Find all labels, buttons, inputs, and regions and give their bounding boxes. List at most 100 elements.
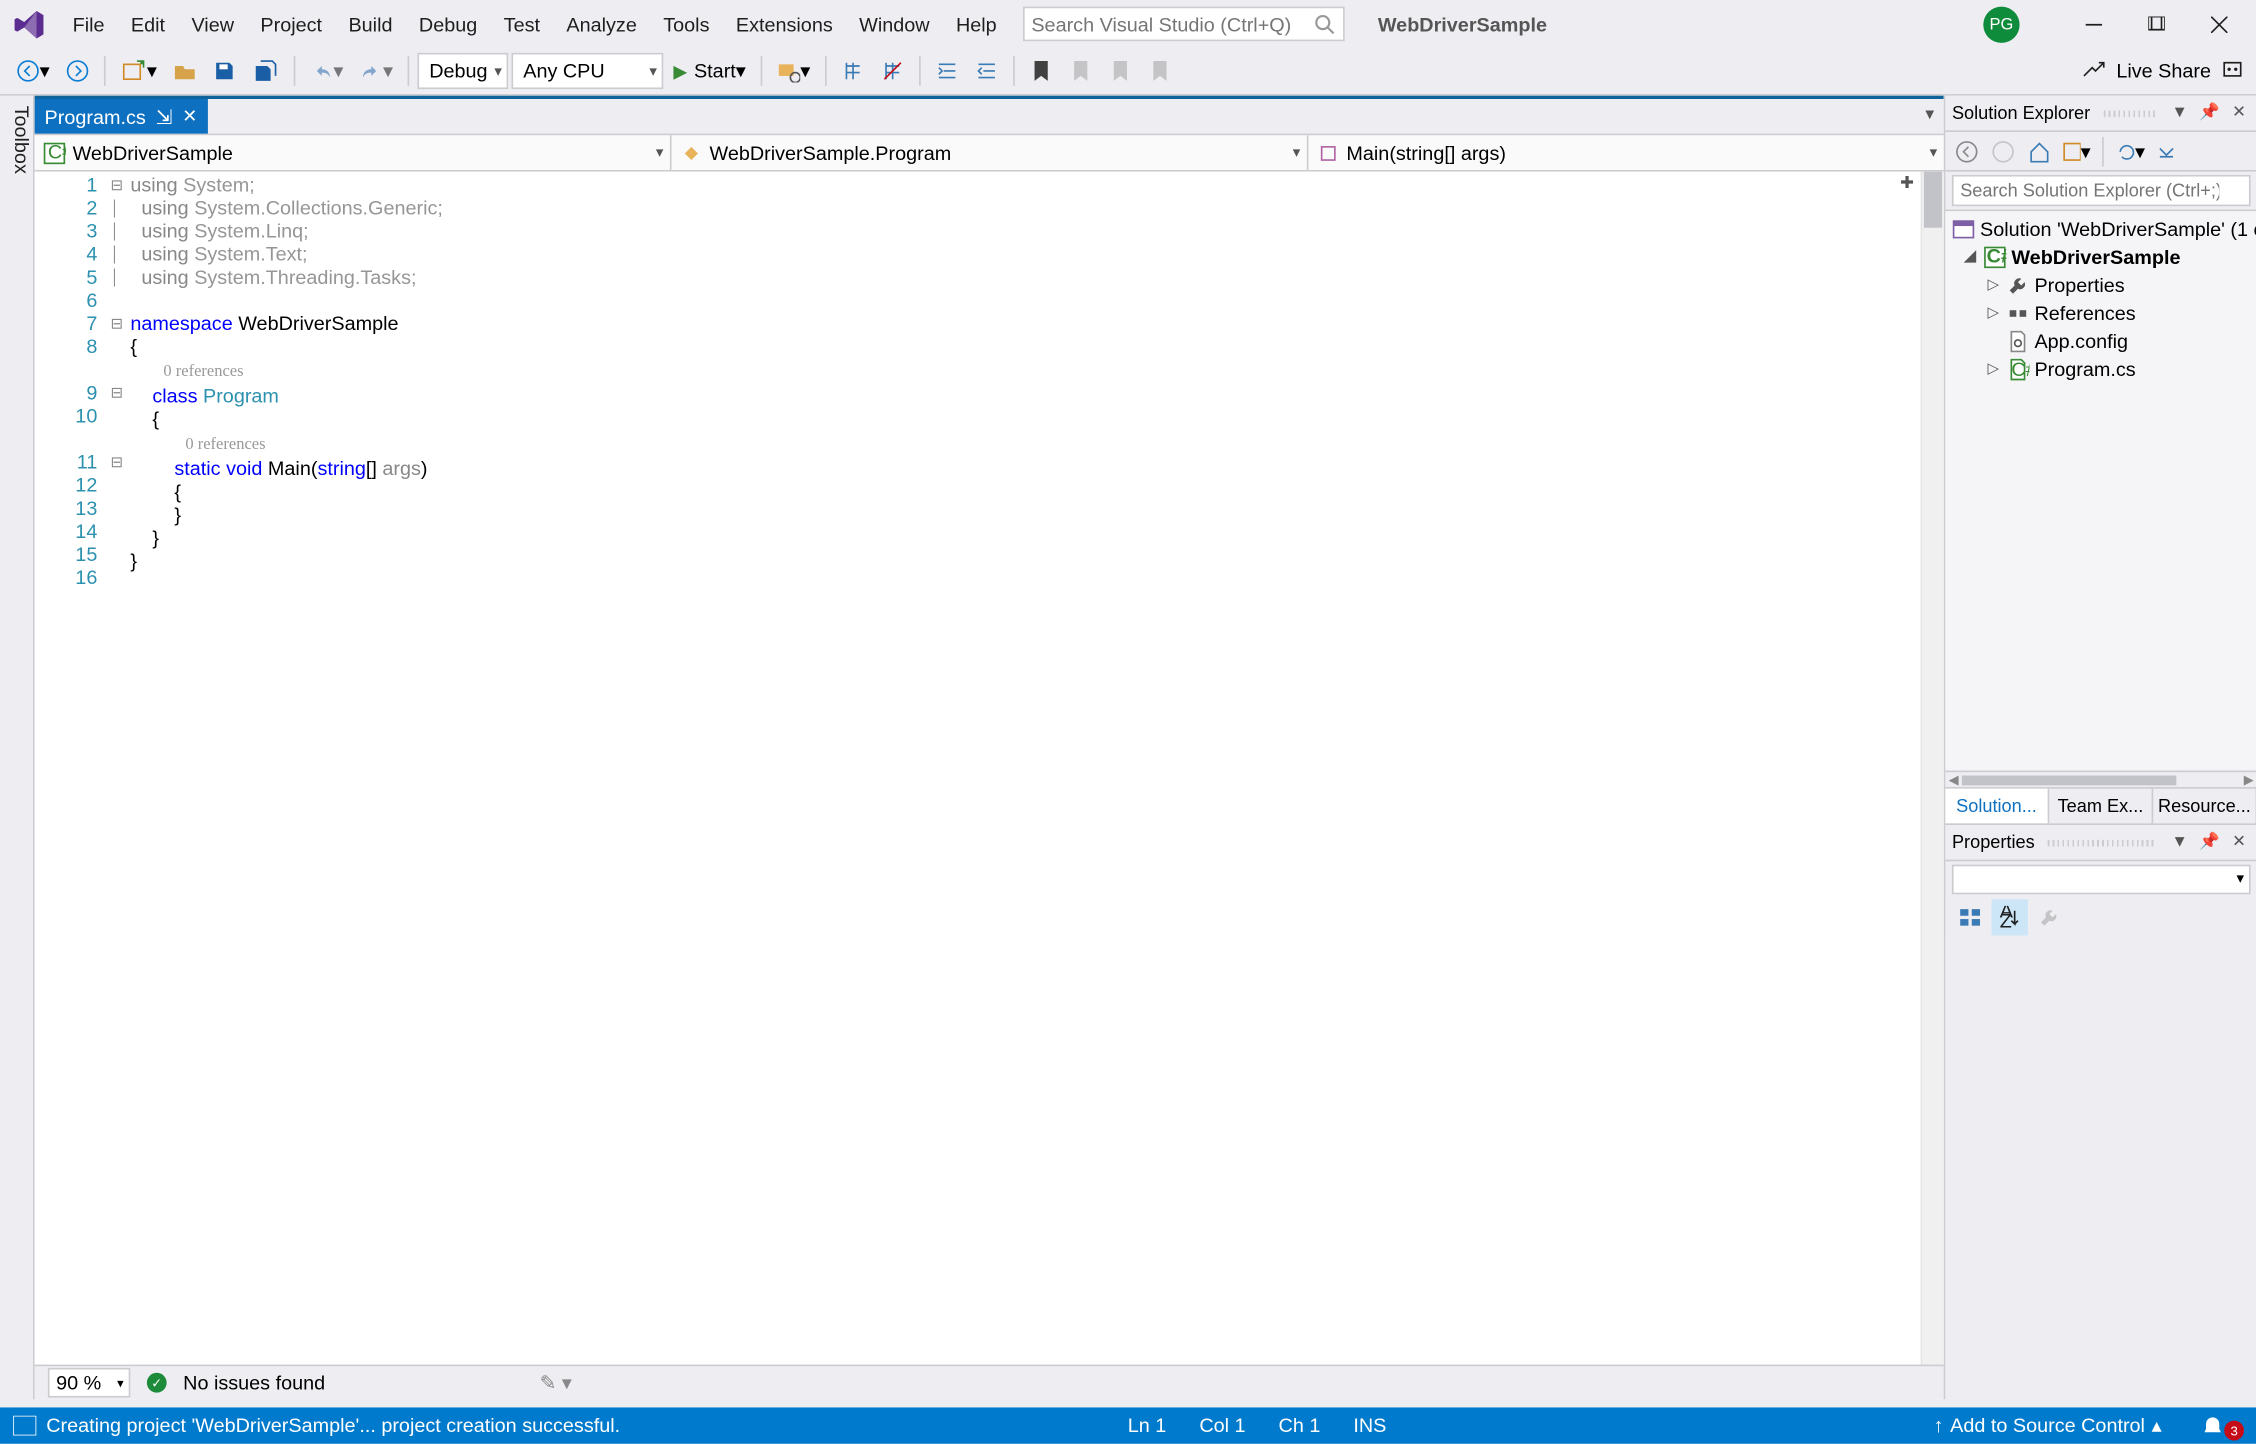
tree-programcs-node[interactable]: ▷ C# Program.cs <box>1945 355 2256 383</box>
nav-fwd-button[interactable] <box>59 53 95 89</box>
hscroll-thumb[interactable] <box>1962 775 2176 785</box>
indent-button[interactable] <box>929 53 965 89</box>
menu-debug[interactable]: Debug <box>406 6 491 42</box>
tree-solution-node[interactable]: Solution 'WebDriverSample' (1 of <box>1945 215 2256 243</box>
menu-help[interactable]: Help <box>943 6 1010 42</box>
alphabetize-icon[interactable]: AZ <box>1992 899 2028 935</box>
status-bar: Creating project 'WebDriverSample'... pr… <box>0 1407 2256 1443</box>
menu-extensions[interactable]: Extensions <box>723 6 846 42</box>
solution-explorer-tabs: Solution... Team Ex... Resource... <box>1945 787 2256 823</box>
menu-tools[interactable]: Tools <box>650 6 723 42</box>
panel-menu-icon[interactable]: ▼ <box>2168 831 2191 854</box>
output-icon[interactable] <box>13 1416 36 1436</box>
solution-explorer-header: Solution Explorer ▼ 📌 ✕ <box>1945 96 2256 132</box>
live-share-button[interactable]: Live Share <box>2080 59 2244 82</box>
se-collapse-icon[interactable] <box>2152 136 2182 166</box>
nav-back-button[interactable]: ▾ <box>10 53 56 89</box>
se-search-input[interactable] <box>1952 175 2251 206</box>
nav-member-combo[interactable]: Main(string[] args) <box>1308 135 1943 170</box>
line-number-gutter: 12345678910111213141516 <box>35 172 111 1365</box>
nav-class-combo[interactable]: WebDriverSample.Program <box>672 135 1309 170</box>
outdent-button[interactable] <box>969 53 1005 89</box>
se-back-icon[interactable] <box>1952 136 1982 166</box>
document-tab[interactable]: Program.cs ⇲ ✕ <box>35 99 208 134</box>
categorize-icon[interactable] <box>1952 899 1988 935</box>
pencil-icon[interactable]: ✎ ▾ <box>540 1371 572 1394</box>
fold-gutter[interactable]: ⊟││││⊟ ⊟ ⊟ <box>111 172 131 1365</box>
save-all-button[interactable] <box>246 53 286 89</box>
se-home-icon[interactable] <box>2025 136 2055 166</box>
menu-window[interactable]: Window <box>846 6 943 42</box>
tree-appconfig-node[interactable]: App.config <box>1945 327 2256 355</box>
toolbox-tab[interactable]: Toolbox <box>0 96 35 1400</box>
tree-references-node[interactable]: ▷ References <box>1945 299 2256 327</box>
close-button[interactable] <box>2191 7 2247 43</box>
se-tab-team[interactable]: Team Ex... <box>2049 789 2153 824</box>
se-tab-resource[interactable]: Resource... <box>2153 789 2256 824</box>
pin-icon[interactable]: ⇲ <box>156 105 173 128</box>
properties-grid <box>1945 937 2256 1399</box>
code-content[interactable]: using System; using System.Collections.G… <box>130 172 1920 1365</box>
menu-analyze[interactable]: Analyze <box>553 6 650 42</box>
se-sync-icon[interactable]: ▾ <box>2061 136 2091 166</box>
menu-project[interactable]: Project <box>247 6 335 42</box>
se-refresh-icon[interactable]: ▾ <box>2115 136 2145 166</box>
hscroll-right-icon[interactable]: ▶ <box>2244 772 2254 787</box>
solution-tree[interactable]: Solution 'WebDriverSample' (1 of ◢ C# We… <box>1945 211 2256 770</box>
menu-edit[interactable]: Edit <box>118 6 179 42</box>
quick-launch-input[interactable] <box>1031 12 1313 35</box>
source-control-button[interactable]: ↑ Add to Source Control ▴ <box>1934 1414 2162 1437</box>
bookmark-button[interactable] <box>1023 53 1059 89</box>
solution-explorer-search[interactable] <box>1945 172 2256 212</box>
bookmark-next-button[interactable] <box>1102 53 1138 89</box>
tree-properties-node[interactable]: ▷ Properties <box>1945 271 2256 299</box>
tab-overflow-icon[interactable]: ▼ <box>1922 106 1937 123</box>
app-title: WebDriverSample <box>1378 12 1547 35</box>
bookmark-clear-button[interactable] <box>1142 53 1178 89</box>
feedback-icon[interactable] <box>2221 59 2244 82</box>
vertical-scrollbar[interactable] <box>1921 172 1944 1365</box>
bookmark-prev-button[interactable] <box>1063 53 1099 89</box>
pin-icon[interactable]: 📌 <box>2198 831 2221 854</box>
panel-close-icon[interactable]: ✕ <box>2228 101 2251 124</box>
nav-project-combo[interactable]: C# WebDriverSample <box>35 135 672 170</box>
close-tab-icon[interactable]: ✕ <box>182 106 197 127</box>
code-editor[interactable]: 12345678910111213141516 ⊟││││⊟ ⊟ ⊟ using… <box>35 172 1944 1365</box>
platform-combo[interactable]: Any CPU <box>512 53 664 89</box>
split-icon[interactable]: ✚ <box>1900 175 1914 193</box>
zoom-combo[interactable]: 90 % <box>48 1368 130 1398</box>
tree-project-node[interactable]: ◢ C# WebDriverSample <box>1945 243 2256 271</box>
status-col: Col 1 <box>1199 1414 1245 1437</box>
uncomment-button[interactable] <box>875 53 911 89</box>
menu-file[interactable]: File <box>59 6 117 42</box>
maximize-button[interactable] <box>2129 7 2185 43</box>
se-fwd-icon[interactable] <box>1988 136 2018 166</box>
menu-view[interactable]: View <box>178 6 247 42</box>
prop-wrench-icon[interactable] <box>2031 899 2067 935</box>
config-combo[interactable]: Debug <box>418 53 509 89</box>
redo-button[interactable]: ▾ <box>353 53 399 89</box>
menu-test[interactable]: Test <box>490 6 553 42</box>
pin-icon[interactable]: 📌 <box>2198 101 2221 124</box>
quick-launch[interactable] <box>1023 7 1345 42</box>
undo-button[interactable]: ▾ <box>304 53 350 89</box>
properties-header: Properties ▼ 📌 ✕ <box>1945 825 2256 861</box>
minimize-button[interactable] <box>2066 7 2122 43</box>
properties-object-combo[interactable] <box>1952 865 2251 895</box>
hscroll-left-icon[interactable]: ◀ <box>1949 772 1959 787</box>
comment-button[interactable] <box>835 53 871 89</box>
find-button[interactable]: ▾ <box>770 53 816 89</box>
user-avatar[interactable]: PG <box>1983 7 2019 43</box>
menu-build[interactable]: Build <box>335 6 405 42</box>
new-project-button[interactable]: ▾ <box>114 53 164 89</box>
status-ch: Ch 1 <box>1279 1414 1321 1437</box>
save-button[interactable] <box>206 53 242 89</box>
panel-close-icon[interactable]: ✕ <box>2228 831 2251 854</box>
se-tab-solution[interactable]: Solution... <box>1945 789 2049 824</box>
csharp-project-icon: C# <box>43 141 66 164</box>
open-file-button[interactable] <box>167 53 203 89</box>
notifications-button[interactable]: 3 <box>2201 1411 2244 1441</box>
panel-menu-icon[interactable]: ▼ <box>2168 101 2191 124</box>
start-debug-button[interactable]: ▶Start ▾ <box>667 53 753 89</box>
issues-ok-icon: ✓ <box>147 1373 167 1393</box>
